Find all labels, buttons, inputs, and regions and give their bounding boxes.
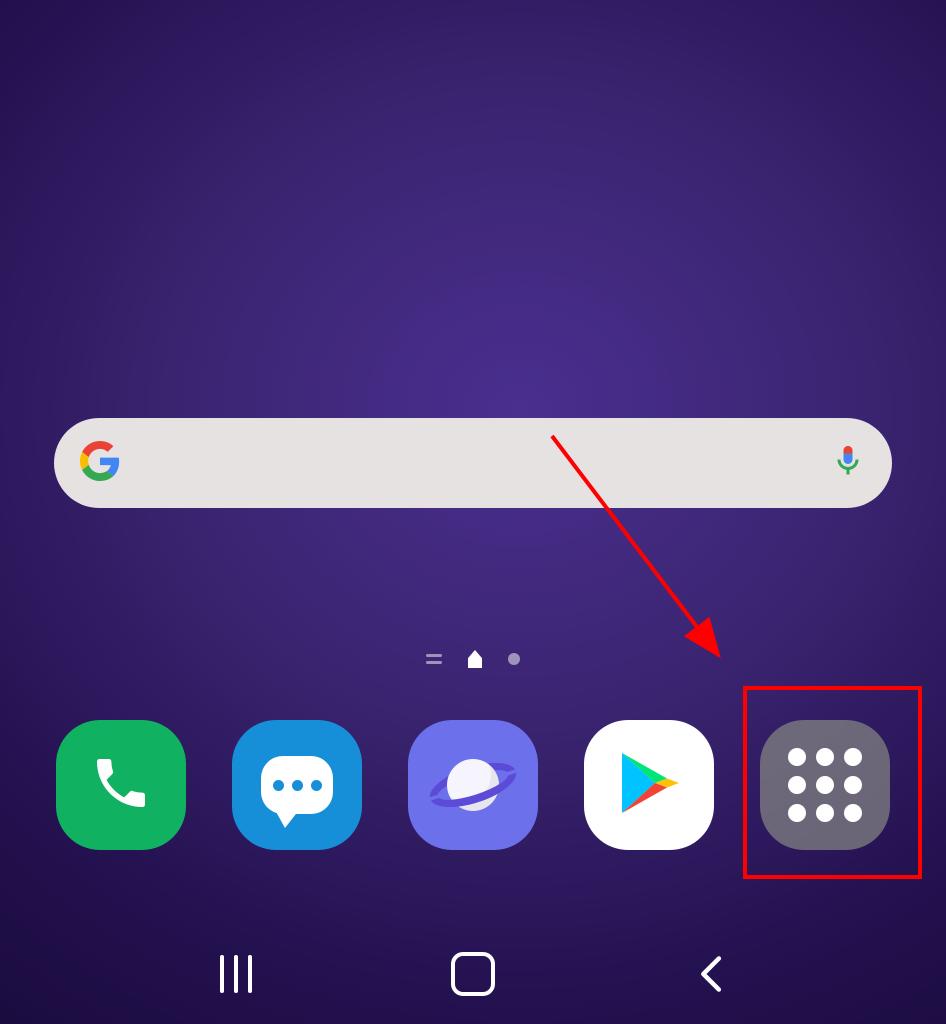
planet-icon: [437, 749, 509, 821]
internet-browser-app[interactable]: [408, 720, 538, 850]
nav-back-button[interactable]: [694, 954, 726, 994]
google-logo-icon: [80, 441, 120, 486]
phone-icon: [89, 751, 153, 820]
page-indicator-page2-icon[interactable]: [508, 653, 520, 665]
microphone-icon[interactable]: [830, 443, 866, 484]
page-indicator-panel-icon[interactable]: [426, 654, 442, 664]
messages-icon: [261, 756, 333, 814]
google-search-widget[interactable]: [54, 418, 892, 508]
page-indicator-home-icon[interactable]: [468, 650, 482, 668]
nav-recent-button[interactable]: [220, 955, 252, 993]
messages-app[interactable]: [232, 720, 362, 850]
navigation-bar: [0, 944, 946, 1004]
annotation-highlight-box: [743, 686, 922, 879]
phone-app[interactable]: [56, 720, 186, 850]
page-indicator: [0, 650, 946, 668]
home-screen: [0, 0, 946, 1024]
play-store-icon: [613, 747, 685, 824]
nav-home-button[interactable]: [451, 952, 495, 996]
chevron-left-icon: [694, 954, 726, 994]
play-store-app[interactable]: [584, 720, 714, 850]
